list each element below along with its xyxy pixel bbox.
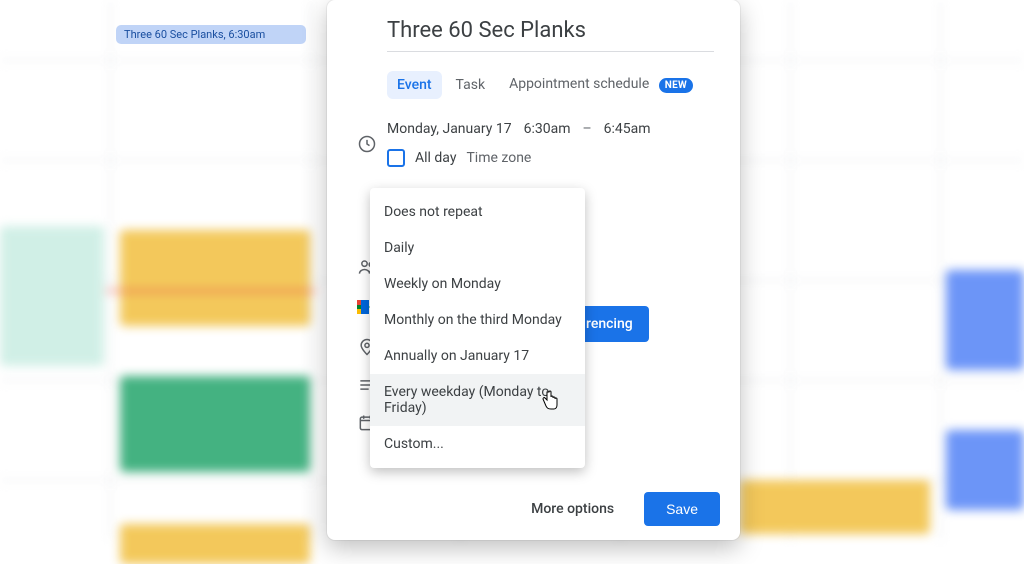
allday-checkbox[interactable] [387, 149, 405, 167]
new-badge: NEW [659, 78, 693, 93]
calendar-pill-label: Three 60 Sec Planks, 6:30am [124, 28, 265, 41]
clock-icon [347, 134, 387, 154]
recurrence-option-weekly[interactable]: Weekly on Monday [370, 266, 585, 302]
event-date[interactable]: Monday, January 17 [387, 121, 512, 137]
event-type-tabs: Event Task Appointment schedule NEW [387, 70, 720, 99]
time-separator: – [582, 121, 591, 137]
recurrence-option-custom[interactable]: Custom... [370, 426, 585, 462]
tab-event[interactable]: Event [387, 71, 442, 99]
tab-appointment-schedule[interactable]: Appointment schedule NEW [499, 70, 703, 99]
recurrence-option-annually[interactable]: Annually on January 17 [370, 338, 585, 374]
event-end-time[interactable]: 6:45am [604, 121, 651, 137]
event-start-time[interactable]: 6:30am [524, 121, 571, 137]
tab-task[interactable]: Task [446, 71, 496, 99]
modal-footer: More options Save [517, 492, 720, 526]
recurrence-option-every-weekday[interactable]: Every weekday (Monday to Friday) [370, 374, 585, 426]
recurrence-option-does-not-repeat[interactable]: Does not repeat [370, 194, 585, 230]
save-button[interactable]: Save [644, 492, 720, 526]
time-row: Monday, January 17 6:30am – 6:45am All d… [347, 121, 720, 167]
recurrence-dropdown: Does not repeat Daily Weekly on Monday M… [370, 188, 585, 468]
recurrence-option-daily[interactable]: Daily [370, 230, 585, 266]
timezone-link[interactable]: Time zone [466, 150, 531, 166]
calendar-pill-event[interactable]: Three 60 Sec Planks, 6:30am [116, 25, 306, 44]
event-title-input[interactable]: Three 60 Sec Planks [387, 18, 714, 52]
more-options-button[interactable]: More options [517, 493, 628, 525]
allday-label: All day [415, 150, 456, 166]
recurrence-option-monthly[interactable]: Monthly on the third Monday [370, 302, 585, 338]
tab-appointment-label: Appointment schedule [509, 76, 649, 92]
